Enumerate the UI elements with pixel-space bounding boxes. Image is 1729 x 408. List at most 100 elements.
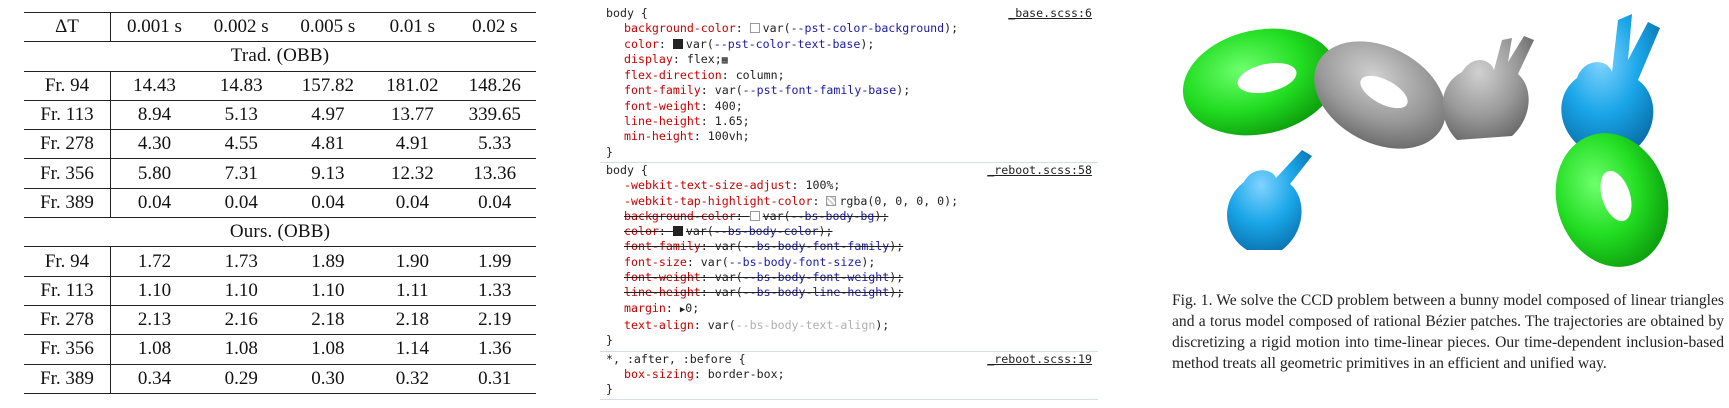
- flex-editor-icon[interactable]: ▦: [722, 53, 728, 68]
- section-title: Trad. (OBB): [24, 41, 536, 72]
- css-value: column;: [735, 68, 785, 83]
- css-declaration[interactable]: -webkit-text-size-adjust: 100%;: [606, 178, 1096, 193]
- css-source-link[interactable]: _reboot.scss:19: [987, 352, 1092, 367]
- table-row: Fr. 113 8.94 5.13 4.97 13.77 339.65: [24, 100, 536, 131]
- frame-label: Fr. 113: [24, 276, 111, 306]
- table-row: Fr. 278 4.30 4.55 4.81 4.91 5.33: [24, 129, 536, 160]
- table-cell: 1.08: [110, 334, 198, 365]
- css-declaration[interactable]: text-align: var(--bs-body-text-align);: [606, 318, 1096, 333]
- table-cell: 0.32: [371, 364, 454, 394]
- frame-label: Fr. 389: [24, 188, 111, 219]
- css-property: text-align: [624, 317, 694, 332]
- css-declaration[interactable]: font-weight: var(--bs-body-font-weight);: [606, 270, 1096, 285]
- table-row: Fr. 389 0.04 0.04 0.04 0.04 0.04: [24, 188, 536, 219]
- css-declaration[interactable]: line-height: var(--bs-body-line-height);: [606, 285, 1096, 300]
- css-declaration[interactable]: display: flex; ▦: [606, 52, 1096, 68]
- results-table-panel: ΔT 0.001 s 0.002 s 0.005 s 0.01 s 0.02 s Trad.…: [24, 11, 536, 394]
- css-value: var(: [762, 21, 791, 36]
- table-row: Fr. 94 1.72 1.73 1.89 1.90 1.99: [24, 246, 536, 277]
- table-cell: 2.16: [197, 305, 285, 336]
- css-declaration[interactable]: flex-direction: column;: [606, 68, 1096, 83]
- css-variable[interactable]: --pst-font-family-base: [743, 83, 897, 97]
- css-property: display: [624, 51, 673, 66]
- color-swatch-icon[interactable]: [672, 38, 683, 49]
- css-property: line-height: [624, 114, 701, 129]
- css-variable[interactable]: --bs-body-font-size: [729, 255, 862, 269]
- css-property: margin: [624, 300, 666, 315]
- color-swatch-icon[interactable]: [826, 195, 837, 206]
- table-cell: 1.10: [284, 276, 372, 306]
- table-cell: 13.36: [453, 158, 536, 189]
- css-declaration[interactable]: box-sizing: border-box;: [606, 367, 1096, 382]
- section-title: Ours. (OBB): [24, 217, 536, 248]
- css-variable[interactable]: --bs-body-text-align: [736, 318, 876, 332]
- table-cell: 1.36: [453, 334, 536, 365]
- gray-bunny: [1442, 36, 1534, 140]
- table-cell: 0.04: [197, 188, 285, 219]
- css-value: var(: [714, 83, 743, 98]
- frame-label: Fr. 278: [24, 305, 111, 336]
- css-property: box-sizing: [624, 366, 694, 381]
- css-variable[interactable]: --pst-color-background: [791, 21, 945, 35]
- table-row: Fr. 356 1.08 1.08 1.08 1.14 1.36: [24, 334, 536, 365]
- css-declaration[interactable]: font-size: var(--bs-body-font-size);: [606, 255, 1096, 270]
- css-value-end: );: [860, 36, 875, 51]
- css-declaration[interactable]: -webkit-tap-highlight-color: rgba(0, 0, …: [606, 194, 1096, 209]
- css-property: font-weight: [624, 98, 701, 113]
- css-variable[interactable]: --bs-body-line-height: [743, 285, 890, 299]
- css-declaration[interactable]: margin: ▶ 0;: [606, 301, 1096, 318]
- green-torus-right: [1555, 133, 1669, 267]
- css-declaration[interactable]: background-color: var(--bs-body-bg);: [606, 209, 1096, 224]
- css-variable[interactable]: --pst-color-text-base: [714, 37, 861, 51]
- css-declaration[interactable]: background-color: var(--pst-color-backgr…: [606, 21, 1096, 36]
- table-cell: 4.81: [284, 129, 372, 160]
- table-cell: 157.82: [284, 71, 372, 101]
- table-cell: 4.91: [371, 129, 454, 160]
- table-cell: 14.83: [197, 71, 285, 101]
- css-variable[interactable]: --bs-body-font-family: [743, 239, 890, 253]
- css-declaration[interactable]: min-height: 100vh;: [606, 129, 1096, 144]
- color-swatch-icon[interactable]: [749, 210, 760, 221]
- css-declaration[interactable]: color: var(--bs-body-color);: [606, 224, 1096, 239]
- table-cell: 0.04: [371, 188, 454, 219]
- color-swatch-icon[interactable]: [672, 226, 683, 237]
- table-cell: 2.18: [371, 305, 454, 336]
- css-rule[interactable]: body {_reboot.scss:58 -webkit-text-size-a…: [600, 163, 1098, 352]
- css-value: border-box;: [707, 366, 785, 381]
- css-value-end: );: [861, 254, 876, 269]
- css-source-link[interactable]: _reboot.scss:58: [987, 163, 1092, 178]
- css-declaration[interactable]: line-height: 1.65;: [606, 114, 1096, 129]
- blue-bunny-right: [1561, 14, 1660, 150]
- css-declaration[interactable]: font-family: var(--pst-font-family-base)…: [606, 83, 1096, 98]
- table-cell: 1.14: [371, 334, 454, 365]
- table-cell: 13.77: [371, 100, 454, 131]
- frame-label: Fr. 356: [24, 334, 111, 365]
- css-rule[interactable]: body {_base.scss:6 background-color: var(…: [600, 6, 1098, 163]
- css-rule[interactable]: *, :after, :before {_reboot.scss:19 box-s…: [600, 352, 1098, 401]
- css-variable[interactable]: --bs-body-color: [714, 224, 819, 238]
- frame-label: Fr. 94: [24, 71, 111, 101]
- css-value: var(: [714, 270, 743, 285]
- css-variable[interactable]: --bs-body-font-weight: [743, 270, 890, 284]
- css-property: font-family: [624, 239, 701, 254]
- css-declaration[interactable]: color: var(--pst-color-text-base);: [606, 37, 1096, 52]
- css-variable[interactable]: --bs-body-bg: [791, 209, 875, 223]
- css-source-link[interactable]: _base.scss:6: [1008, 6, 1092, 21]
- css-declaration[interactable]: font-weight: 400;: [606, 99, 1096, 114]
- css-value: 1.65;: [714, 114, 750, 129]
- gray-torus: [1314, 41, 1446, 149]
- table-cell: 9.13: [284, 158, 372, 189]
- table-cell: 339.65: [453, 100, 536, 131]
- css-property: background-color: [624, 21, 736, 36]
- css-value: 100vh;: [707, 129, 750, 144]
- css-declaration[interactable]: font-family: var(--bs-body-font-family);: [606, 239, 1096, 254]
- color-swatch-icon[interactable]: [749, 23, 760, 34]
- table-cell: 1.89: [284, 246, 372, 277]
- table-cell: 181.02: [371, 71, 454, 101]
- table-cell: 1.08: [284, 334, 372, 365]
- css-value: var(: [714, 285, 743, 300]
- css-value: 100%;: [805, 178, 841, 193]
- css-value-end: );: [818, 224, 833, 239]
- css-value-end: );: [896, 83, 911, 98]
- section-header-row: Trad. (OBB): [24, 41, 536, 72]
